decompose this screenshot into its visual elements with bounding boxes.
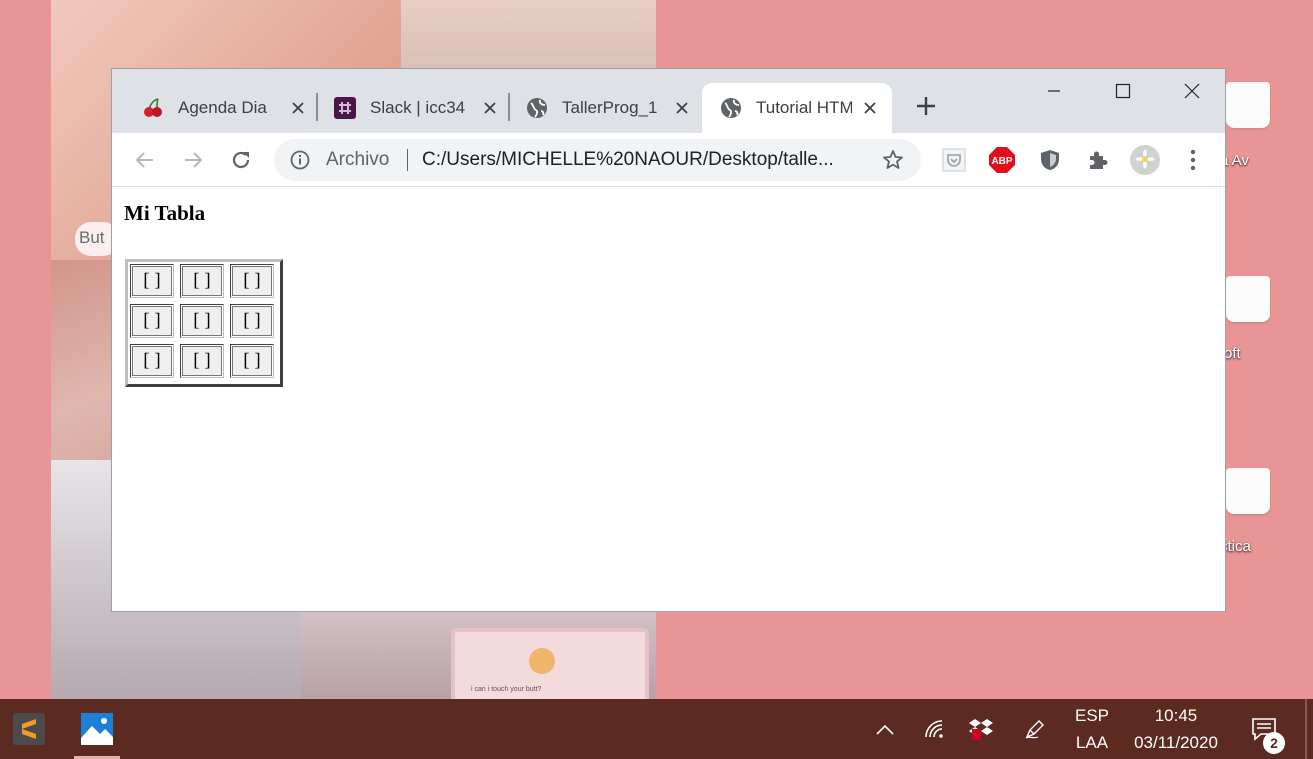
reload-button[interactable] (226, 145, 256, 175)
adblock-plus-icon[interactable]: ABP (987, 145, 1017, 175)
dropbox-icon[interactable] (966, 699, 996, 759)
folder-icon (1226, 276, 1270, 322)
puzzle-icon[interactable] (1083, 145, 1113, 175)
info-icon[interactable] (290, 150, 310, 170)
browser-toolbar: Archivo C:/Users/MICHELLE%20NAOUR/Deskto… (112, 133, 1225, 187)
table-cell: [ ] (130, 344, 174, 378)
scheme-label: Archivo (326, 149, 390, 170)
cherry-icon (142, 97, 164, 119)
language-indicator[interactable]: ESP (1070, 706, 1114, 726)
keyboard-layout-indicator[interactable]: LAA (1070, 733, 1114, 753)
table-cell: [ ] (230, 344, 274, 378)
taskbar: ESP LAA 10:45 03/11/2020 (0, 699, 1313, 759)
tab-agenda[interactable]: Agenda Dia (112, 83, 312, 133)
peach-icon (529, 648, 555, 674)
table-cell: [ ] (180, 344, 224, 378)
slack-icon (334, 97, 356, 119)
pocket-icon[interactable] (939, 145, 969, 175)
tab-title: TallerProg_1 (562, 98, 658, 117)
globe-icon (720, 97, 742, 119)
table-cell: [ ] (130, 264, 174, 298)
back-button[interactable] (130, 145, 160, 175)
tab-slack[interactable]: Slack | icc34 (304, 83, 504, 133)
cell-button[interactable]: [ ] (132, 306, 172, 336)
notification-count-badge: 2 (1263, 732, 1285, 754)
close-window-button[interactable] (1158, 69, 1226, 113)
page-viewport: Mi Tabla [ ] [ ] [ ] [ ] [ ] [ ] [ ] [ ]… (112, 187, 1225, 611)
wifi-icon[interactable] (920, 699, 950, 759)
tab-strip: Agenda Dia Slack | icc34 TallerProg_1 Tu… (112, 69, 1225, 133)
folder-icon (1226, 82, 1270, 128)
address-separator (407, 149, 408, 171)
html-table: [ ] [ ] [ ] [ ] [ ] [ ] [ ] [ ] [ ] (125, 259, 283, 387)
sublime-text-icon[interactable] (0, 699, 58, 759)
photos-icon[interactable] (68, 699, 126, 759)
tab-title: Agenda Dia (178, 98, 267, 117)
desktop-icon-label: oft (1224, 345, 1241, 362)
cell-button[interactable]: [ ] (132, 346, 172, 376)
clock-time[interactable]: 10:45 (1124, 706, 1228, 726)
show-desktop-divider[interactable] (1305, 699, 1307, 759)
card-text: i can i touch your butt? (471, 686, 542, 693)
cell-button[interactable]: [ ] (232, 306, 272, 336)
tab-tutorial-html[interactable]: Tutorial HTM (702, 83, 892, 133)
folder-icon (1226, 468, 1270, 514)
cell-button[interactable]: [ ] (232, 346, 272, 376)
page-title: Mi Tabla (124, 201, 206, 225)
address-bar[interactable]: Archivo C:/Users/MICHELLE%20NAOUR/Deskto… (274, 139, 921, 181)
pen-icon[interactable] (1020, 699, 1050, 759)
tab-title: Tutorial HTM (756, 98, 852, 117)
table-cell: [ ] (180, 264, 224, 298)
table-cell: [ ] (230, 264, 274, 298)
profile-avatar[interactable] (1130, 145, 1160, 175)
maximize-button[interactable] (1089, 69, 1157, 113)
browser-window: Agenda Dia Slack | icc34 TallerProg_1 Tu… (111, 68, 1226, 612)
tab-tallerprog[interactable]: TallerProg_1 (496, 83, 696, 133)
url-text[interactable]: C:/Users/MICHELLE%20NAOUR/Desktop/talle.… (422, 149, 834, 171)
table-cell: [ ] (180, 304, 224, 338)
cell-button[interactable]: [ ] (182, 266, 222, 296)
cell-button[interactable]: [ ] (182, 346, 222, 376)
globe-icon (526, 97, 548, 119)
minimize-button[interactable] (1020, 69, 1088, 113)
adblock-label: ABP (991, 156, 1012, 167)
cell-button[interactable]: [ ] (182, 306, 222, 336)
table-cell: [ ] (130, 304, 174, 338)
shield-icon[interactable] (1035, 145, 1065, 175)
close-icon[interactable] (672, 98, 692, 118)
show-hidden-icons-button[interactable] (870, 699, 900, 759)
new-tab-button[interactable] (912, 95, 940, 123)
forward-button[interactable] (178, 145, 208, 175)
cell-button[interactable]: [ ] (232, 266, 272, 296)
table-cell: [ ] (230, 304, 274, 338)
clock-date[interactable]: 03/11/2020 (1124, 733, 1228, 753)
close-icon[interactable] (860, 98, 880, 118)
bookmark-star-icon[interactable] (881, 148, 905, 172)
tab-title: Slack | icc34 (370, 98, 466, 117)
menu-kebab-icon[interactable] (1178, 145, 1208, 175)
cell-button[interactable]: [ ] (132, 266, 172, 296)
